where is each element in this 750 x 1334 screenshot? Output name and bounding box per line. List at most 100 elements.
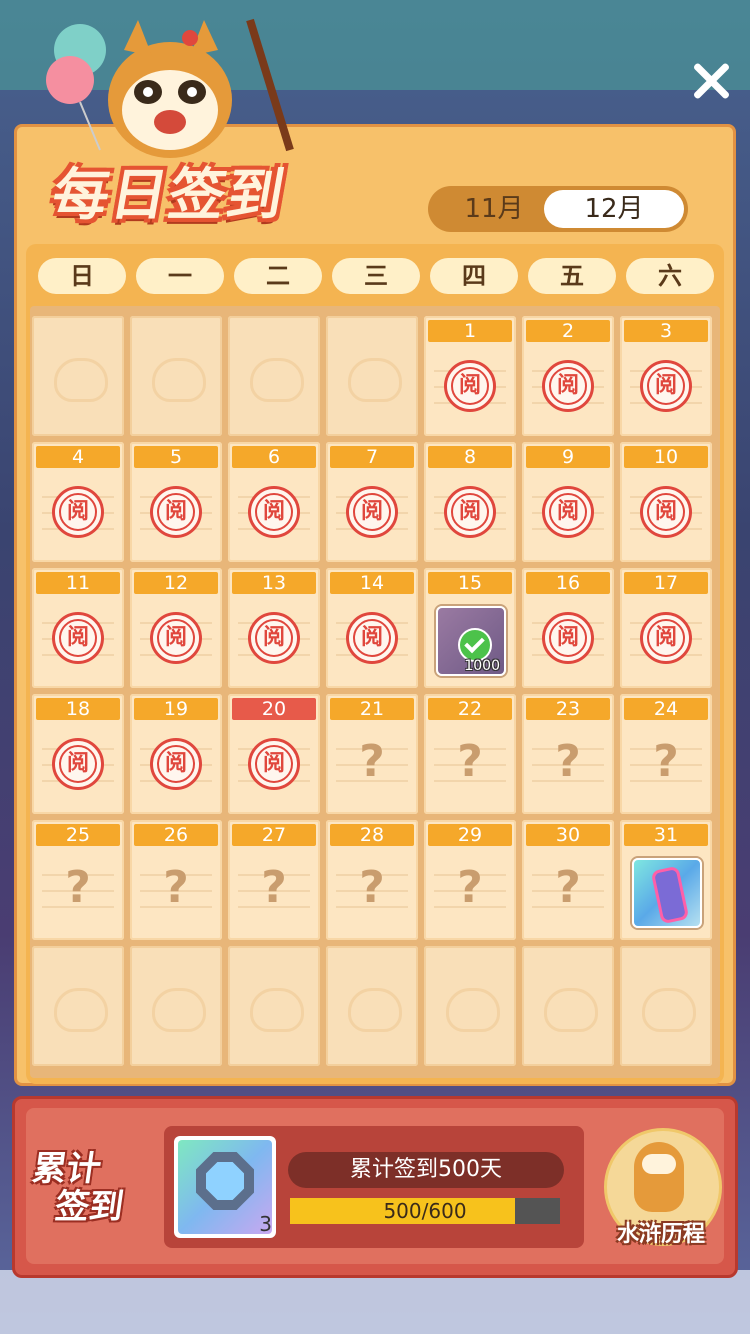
day-cell[interactable]: 16 阅 [522,568,614,688]
day-cell[interactable]: 19 阅 [130,694,222,814]
day-cell[interactable]: 6阅 [228,442,320,562]
read-stamp-icon: 阅 [640,612,692,664]
question-mark-icon: ? [653,736,679,787]
read-stamp-icon: 阅 [542,486,594,538]
empty-day-cell [620,946,712,1066]
day-cell[interactable]: 13 阅 [228,568,320,688]
read-stamp-icon: 阅 [444,486,496,538]
day-cell[interactable]: 25? [32,820,124,940]
day-cell[interactable]: 31 [620,820,712,940]
stamp-char: 阅 [66,499,89,524]
placeholder-icon [250,988,304,1032]
empty-day-cell [130,316,222,436]
day-cell[interactable]: 20 阅 [228,694,320,814]
day-cell[interactable]: 1阅 [424,316,516,436]
day-cell[interactable]: 8阅 [424,442,516,562]
background-bottom [0,1270,750,1334]
goal-label: 累计签到500天 [288,1152,564,1188]
day-cell[interactable]: 9阅 [522,442,614,562]
empty-day-cell [228,946,320,1066]
placeholder-icon [544,988,598,1032]
day-cell[interactable]: 3阅 [620,316,712,436]
read-stamp-icon: 阅 [150,486,202,538]
placeholder-icon [642,988,696,1032]
day-number: 4 [36,446,120,468]
read-stamp-icon: 阅 [640,486,692,538]
tab-november[interactable]: 11月 [434,190,554,228]
day-cell[interactable]: 15 1000 [424,568,516,688]
day-number: 1 [428,320,512,342]
read-stamp-icon: 阅 [248,486,300,538]
read-stamp-icon: 阅 [248,612,300,664]
day-number: 8 [428,446,512,468]
day-number: 13 [232,572,316,594]
close-icon[interactable] [686,56,736,106]
placeholder-icon [54,988,108,1032]
weekday-sun: 日 [38,258,126,294]
day-cell[interactable]: 30? [522,820,614,940]
weekday-mon: 一 [136,258,224,294]
read-stamp-icon: 阅 [52,738,104,790]
raccoon-mascot-icon [46,18,294,158]
placeholder-icon [54,358,108,402]
day-number: 26 [134,824,218,846]
day-number: 31 [624,824,708,846]
day-number: 14 [330,572,414,594]
day-cell[interactable]: 18 阅 [32,694,124,814]
day-number: 9 [526,446,610,468]
question-mark-icon: ? [65,862,91,913]
day-cell[interactable]: 28? [326,820,418,940]
day-cell[interactable]: 17 阅 [620,568,712,688]
empty-day-cell [32,316,124,436]
read-stamp-icon: 阅 [542,360,594,412]
stamp-char: 阅 [164,751,187,776]
day-number: 2 [526,320,610,342]
read-stamp-icon: 阅 [640,360,692,412]
day-cell[interactable]: 5阅 [130,442,222,562]
cumulative-title: 累计 签到 [25,1149,132,1227]
day-number: 3 [624,320,708,342]
question-mark-icon: ? [261,862,287,913]
read-stamp-icon: 阅 [150,612,202,664]
day-cell[interactable]: 29? [424,820,516,940]
day-cell[interactable]: 7阅 [326,442,418,562]
day-cell[interactable]: 21? [326,694,418,814]
stamp-char: 阅 [262,625,285,650]
tab-december[interactable]: 12月 [544,190,684,228]
day-cell[interactable]: 12 阅 [130,568,222,688]
day-number: 6 [232,446,316,468]
journey-button[interactable]: 水浒历程 [600,1124,722,1250]
day-number: 24 [624,698,708,720]
read-stamp-icon: 阅 [150,738,202,790]
day-number: 11 [36,572,120,594]
placeholder-icon [152,358,206,402]
day-cell[interactable]: 23? [522,694,614,814]
weekday-tue: 二 [234,258,322,294]
day-number: 22 [428,698,512,720]
day-cell[interactable]: 4阅 [32,442,124,562]
day-number: 17 [624,572,708,594]
placeholder-icon [446,988,500,1032]
day-number: 28 [330,824,414,846]
progress-bar: 500/600 [290,1198,560,1224]
day-cell[interactable]: 26? [130,820,222,940]
day-cell[interactable]: 11 阅 [32,568,124,688]
day-number: 25 [36,824,120,846]
cumulative-title-line2: 签到 [52,1187,127,1227]
question-mark-icon: ? [555,736,581,787]
day-cell[interactable]: 24? [620,694,712,814]
day-number: 23 [526,698,610,720]
stamp-char: 阅 [66,625,89,650]
read-stamp-icon: 阅 [542,612,594,664]
day-number: 19 [134,698,218,720]
energy-tube-icon [632,858,702,928]
day-cell[interactable]: 27? [228,820,320,940]
day-cell[interactable]: 2阅 [522,316,614,436]
stamp-char: 阅 [164,625,187,650]
day-number-today: 20 [232,698,316,720]
read-stamp-icon: 阅 [444,360,496,412]
day-cell[interactable]: 10 阅 [620,442,712,562]
empty-day-cell [228,316,320,436]
day-cell[interactable]: 22? [424,694,516,814]
day-cell[interactable]: 14 阅 [326,568,418,688]
